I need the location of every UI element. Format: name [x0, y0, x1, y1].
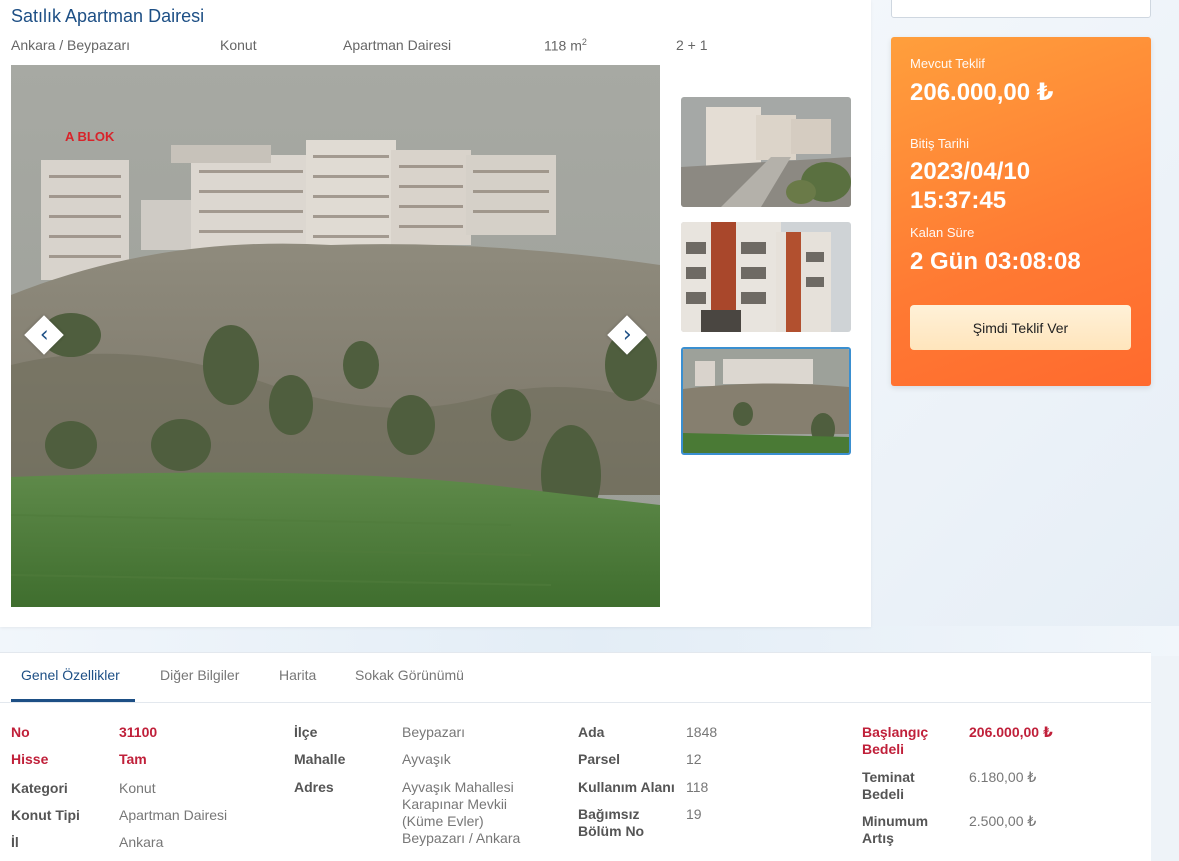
gallery-prev-diamond: ‹ — [24, 315, 64, 355]
prop-key-district: İlçe — [294, 724, 318, 740]
thumbnail-image-3 — [683, 349, 849, 453]
prop-value-share: Tam — [119, 751, 147, 767]
active-tab-indicator — [11, 699, 135, 702]
prop-value-address-line-4: Beypazarı / Ankara — [402, 830, 521, 846]
prop-key-starting-price-line-1: Başlangıç — [862, 724, 929, 740]
prop-value-starting-price: 206.000,00 ₺ — [969, 724, 1053, 740]
tab-bar: Genel Özellikler Diğer Bilgiler Harita S… — [0, 653, 1151, 703]
listing-area-number: 118 m — [544, 37, 582, 54]
prop-key-share: Hisse — [11, 751, 49, 767]
thumbnail-image-1 — [681, 97, 851, 207]
prop-key-usage-area: Kullanım Alanı — [578, 779, 675, 795]
prop-value-neighborhood: Ayvaşık — [402, 751, 451, 767]
prop-key-min-increment-line-2: Artış — [862, 830, 894, 846]
prop-key-neighborhood: Mahalle — [294, 751, 346, 767]
prop-value-unit-no: 19 — [686, 806, 702, 822]
gallery-thumbnail-3[interactable] — [681, 347, 851, 455]
end-date-value: 2023/04/10 — [910, 158, 1031, 185]
offer-panel: Mevcut Teklif 206.000,00 ₺ Bitiş Tarihi … — [891, 37, 1151, 386]
tab-map[interactable]: Harita — [279, 667, 316, 683]
prop-value-housing-type: Apartman Dairesi — [119, 807, 228, 823]
main-photo: A BLOK ‹ › — [11, 65, 660, 607]
main-photo-image: A BLOK — [11, 65, 660, 607]
top-select-box[interactable] — [891, 0, 1151, 18]
current-offer-label: Mevcut Teklif — [910, 56, 985, 71]
chevron-right-icon: › — [622, 322, 632, 347]
listing-subtype: Apartman Dairesi — [343, 37, 452, 53]
prop-value-no: 31100 — [119, 724, 158, 740]
listing-location: Ankara / Beypazarı — [11, 37, 131, 53]
details-card: Genel Özellikler Diğer Bilgiler Harita S… — [0, 652, 1151, 861]
page-title: Satılık Apartman Dairesi — [11, 6, 205, 26]
prop-key-province: İl — [11, 834, 19, 850]
listing-type: Konut — [220, 37, 257, 53]
listing-area-sup: 2 — [581, 37, 587, 47]
prop-key-deposit-line-2: Bedeli — [862, 786, 905, 802]
prop-key-housing-type: Konut Tipi — [11, 807, 80, 823]
gallery-next-diamond: › — [607, 315, 647, 355]
listing-area: 118 m2 — [544, 37, 587, 54]
photo-sign-text: A BLOK — [65, 129, 115, 144]
gallery-prev-button[interactable]: ‹ — [24, 315, 64, 355]
gallery-next-button[interactable]: › — [607, 315, 647, 355]
tab-street-view[interactable]: Sokak Görünümü — [355, 667, 464, 683]
current-offer-value: 206.000,00 ₺ — [910, 79, 1054, 106]
thumbnail-image-2 — [681, 222, 851, 332]
prop-key-category: Kategori — [11, 780, 68, 796]
prop-value-category: Konut — [119, 780, 156, 796]
prop-key-deposit-line-1: Teminat — [862, 769, 915, 785]
prop-value-parcel: 12 — [686, 751, 702, 767]
prop-key-no: No — [11, 724, 30, 740]
prop-value-min-increment: 2.500,00 ₺ — [969, 813, 1037, 829]
prop-value-province: Ankara — [119, 834, 164, 850]
tab-other-info[interactable]: Diğer Bilgiler — [160, 667, 239, 683]
prop-key-unit-no-line-1: Bağımsız — [578, 806, 640, 822]
gallery-thumbnail-2[interactable] — [681, 222, 851, 332]
prop-key-block: Ada — [578, 724, 605, 740]
gallery-thumbnail-1[interactable] — [681, 97, 851, 207]
listing-card: Satılık Apartman Dairesi Ankara / Beypaz… — [0, 0, 871, 627]
prop-key-address: Adres — [294, 779, 334, 795]
end-date-label: Bitiş Tarihi — [910, 136, 970, 151]
prop-value-usage-area: 118 — [686, 779, 709, 795]
prop-key-parcel: Parsel — [578, 751, 621, 767]
chevron-left-icon: ‹ — [39, 322, 49, 347]
remaining-time-label: Kalan Süre — [910, 225, 975, 240]
listing-rooms: 2 + 1 — [676, 37, 708, 53]
place-bid-button[interactable]: Şimdi Teklif Ver — [910, 305, 1131, 350]
prop-value-address-line-1: Ayvaşık Mahallesi — [402, 779, 514, 795]
prop-value-deposit: 6.180,00 ₺ — [969, 769, 1037, 785]
prop-value-district: Beypazarı — [402, 724, 466, 740]
end-time-value: 15:37:45 — [910, 187, 1007, 214]
prop-value-address-line-2: Karapınar Mevkii — [402, 796, 508, 812]
prop-key-min-increment-line-1: Minumum — [862, 813, 929, 829]
tab-general[interactable]: Genel Özellikler — [21, 667, 120, 683]
remaining-time-value: 2 Gün 03:08:08 — [910, 248, 1081, 275]
prop-key-starting-price-line-2: Bedeli — [862, 741, 905, 757]
prop-key-unit-no-line-2: Bölüm No — [578, 823, 645, 839]
prop-value-block: 1848 — [686, 724, 718, 740]
prop-value-address-line-3: (Küme Evler) — [402, 813, 484, 829]
